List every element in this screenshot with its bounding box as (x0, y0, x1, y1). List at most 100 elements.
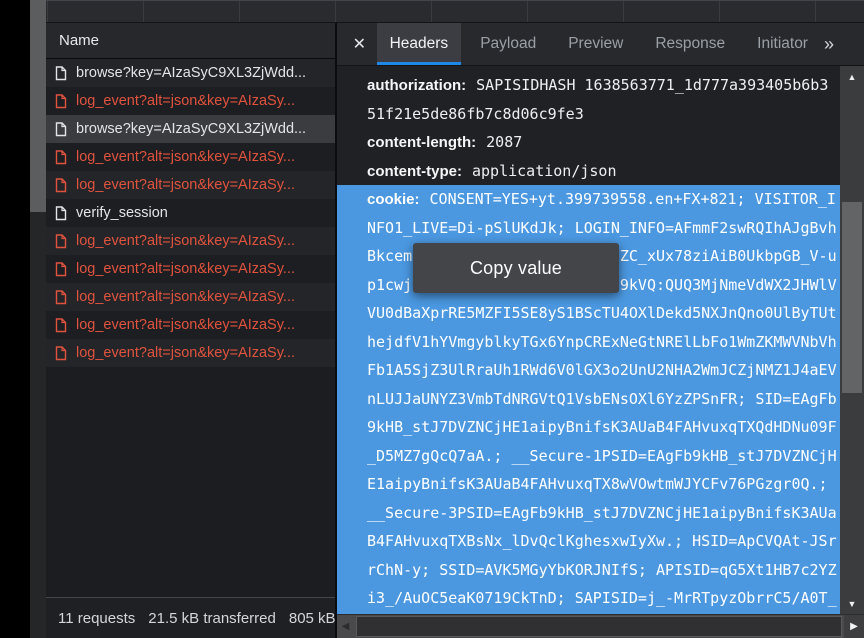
tab-label: Preview (568, 35, 623, 53)
header-value: B4FAHvuxqTXBsNx_lDvQclKghesxwIyXw.; HSID… (367, 532, 837, 550)
cookie-line: cookie:CONSENT=YES+yt.399739558.en+FX+82… (337, 185, 840, 214)
cookie-line: nLUJJaUNYZ3VmbTdNRGVtQ1VsbENsOXl6YzZPSnF… (337, 385, 840, 414)
request-name: verify_session (76, 205, 168, 221)
request-row[interactable]: log_event?alt=json&key=AIzaSy... (46, 255, 335, 283)
request-list-pane: Name browse?key=AIzaSyC9XL3ZjWdd... (46, 23, 337, 638)
tab-label: Payload (480, 35, 536, 53)
file-icon (55, 346, 67, 361)
tab-label: Initiator (757, 35, 808, 53)
header-line: content-length:2087 (337, 128, 840, 157)
request-name: log_event?alt=json&key=AIzaSy... (76, 345, 295, 361)
header-value: _D5MZ7gQcQ7aA.; __Secure-1PSID=EAgFb9kHB… (367, 447, 837, 465)
headers-detail: authorization:SAPISIDHASH 1638563771_1d7… (337, 66, 840, 615)
transferred-size: 21.5 kB transferred (148, 610, 276, 627)
cookie-line: 9kHB_stJ7DVZNCjHE1aipyBnifsK3AUaB4FAHvux… (337, 413, 840, 442)
request-row[interactable]: browse?key=AIzaSyC9XL3ZjWdd... (46, 59, 335, 87)
file-icon (55, 206, 67, 221)
details-tab[interactable]: Initiator (744, 23, 821, 65)
file-icon (55, 66, 67, 81)
vertical-scrollbar[interactable]: ▲ ▼ (840, 66, 864, 615)
request-name: log_event?alt=json&key=AIzaSy... (76, 317, 295, 333)
cookie-line: B4FAHvuxqTXBsNx_lDvQclKghesxwIyXw.; HSID… (337, 527, 840, 556)
copy-value-menu-item[interactable]: Copy value (413, 243, 619, 293)
file-icon (55, 150, 67, 165)
close-icon[interactable]: ✕ (345, 23, 374, 65)
file-icon (55, 318, 67, 333)
request-row[interactable]: log_event?alt=json&key=AIzaSy... (46, 283, 335, 311)
request-name: log_event?alt=json&key=AIzaSy... (76, 149, 295, 165)
header-name: cookie: (367, 191, 420, 208)
request-name: log_event?alt=json&key=AIzaSy... (76, 177, 295, 193)
page-scrollbar-thumb[interactable] (30, 0, 46, 212)
copy-value-label: Copy value (470, 258, 562, 279)
header-value: __Secure-3PSID=EAgFb9kHB_stJ7DVZNCjHE1ai… (367, 504, 837, 522)
cookie-line: E1aipyBnifsK3AUaB4FAHvuxqTX8wVOwtmWJYCFv… (337, 470, 840, 499)
header-value: NFO1_LIVE=Di-pSlUKdJk; LOGIN_INFO=AFmmF2… (367, 219, 837, 237)
file-icon (55, 178, 67, 193)
details-tab[interactable]: Headers (377, 23, 462, 65)
headers-content: authorization:SAPISIDHASH 1638563771_1d7… (337, 66, 864, 638)
tab-label: Response (655, 35, 725, 53)
request-row[interactable]: log_event?alt=json&key=AIzaSy... (46, 171, 335, 199)
scroll-up-icon[interactable]: ▲ (840, 73, 864, 82)
cookie-line: NFO1_LIVE=Di-pSlUKdJk; LOGIN_INFO=AFmmF2… (337, 214, 840, 243)
request-row[interactable]: log_event?alt=json&key=AIzaSy... (46, 143, 335, 171)
request-row[interactable]: browse?key=AIzaSyC9XL3ZjWdd... (46, 115, 335, 143)
details-tab-bar: ✕ Headers Payload Preview (337, 23, 864, 66)
network-overview-strip[interactable] (46, 0, 864, 23)
tab-label: Headers (390, 35, 449, 53)
file-icon (55, 290, 67, 305)
header-value: VU0dBaXprRE5MZFI5SE8yS1BScTU4OXlDekd5NXJ… (367, 304, 837, 322)
resources-size: 805 kB (289, 610, 335, 627)
details-tab[interactable]: Response (642, 23, 738, 65)
header-value: Fb1A5SjZ3UlRraUh1RWd6V0lGX3o2UnU2NHA2WmJ… (367, 361, 837, 379)
horizontal-scrollbar[interactable]: ◀ ▶ (337, 614, 864, 638)
request-name: log_event?alt=json&key=AIzaSy... (76, 233, 295, 249)
request-name: browse?key=AIzaSyC9XL3ZjWdd... (76, 65, 306, 81)
header-value: application/json (472, 162, 617, 180)
header-name: content-type: (367, 163, 462, 180)
header-line: 51f21e5de86fb7c8d06c9fe3 (337, 100, 840, 129)
page-scrollbar[interactable] (30, 0, 46, 638)
header-value: SAPISIDHASH 1638563771_1d777a393405b6b3 (476, 76, 828, 94)
file-icon (55, 234, 67, 249)
request-details-pane: ✕ Headers Payload Preview (337, 23, 864, 638)
file-icon (55, 122, 67, 137)
scroll-down-icon[interactable]: ▼ (840, 600, 864, 609)
details-tab[interactable]: Payload (467, 23, 549, 65)
cookie-line: Fb1A5SjZ3UlRraUh1RWd6V0lGX3o2UnU2NHA2WmJ… (337, 356, 840, 385)
file-icon (55, 94, 67, 109)
horizontal-scrollbar-thumb[interactable] (356, 616, 842, 637)
header-value: hejdfV1hYVmgyblkyTGx6YnpCRExNeGtNRElLbFo… (367, 333, 837, 351)
request-row[interactable]: log_event?alt=json&key=AIzaSy... (46, 87, 335, 115)
header-value: 9kHB_stJ7DVZNCjHE1aipyBnifsK3AUaB4FAHvux… (367, 418, 837, 436)
cookie-line: VU0dBaXprRE5MZFI5SE8yS1BScTU4OXlDekd5NXJ… (337, 299, 840, 328)
scroll-left-icon[interactable]: ◀ (337, 615, 354, 638)
header-value: nLUJJaUNYZ3VmbTdNRGVtQ1VsbENsOXl6YzZPSnF… (367, 390, 837, 408)
request-row[interactable]: log_event?alt=json&key=AIzaSy... (46, 311, 335, 339)
chevron-double-right-icon[interactable]: » (824, 23, 834, 65)
request-header-lines: authorization:SAPISIDHASH 1638563771_1d7… (337, 71, 840, 185)
header-value: 51f21e5de86fb7c8d06c9fe3 (367, 105, 584, 123)
request-row[interactable]: log_event?alt=json&key=AIzaSy... (46, 339, 335, 367)
column-header-name[interactable]: Name (46, 23, 335, 59)
header-value: rChN-y; SSID=AVK5MGyYbKORJNIfS; APISID=q… (367, 561, 837, 579)
header-value: i3_/AuOC5eaK0719CkTnD; SAPISID=j_-MrRTpy… (367, 589, 837, 607)
request-count: 11 requests (58, 610, 135, 627)
header-line: content-type: application/json (337, 157, 840, 186)
cookie-line: rChN-y; SSID=AVK5MGyYbKORJNIfS; APISID=q… (337, 556, 840, 585)
status-bar: 11 requests 21.5 kB transferred 805 kB (46, 597, 335, 638)
vertical-scrollbar-thumb[interactable] (842, 202, 862, 393)
cookie-line: _D5MZ7gQcQ7aA.; __Secure-1PSID=EAgFb9kHB… (337, 442, 840, 471)
header-value: 2087 (486, 133, 522, 151)
request-row[interactable]: log_event?alt=json&key=AIzaSy... (46, 227, 335, 255)
request-row[interactable]: verify_session (46, 199, 335, 227)
file-icon (55, 262, 67, 277)
scroll-right-icon[interactable]: ▶ (844, 615, 864, 638)
details-tab[interactable]: Preview (555, 23, 636, 65)
header-line: authorization:SAPISIDHASH 1638563771_1d7… (337, 71, 840, 100)
devtools-screenshot: { "icons": { "close": "✕", "more_tabs": … (0, 0, 864, 638)
header-value: E1aipyBnifsK3AUaB4FAHvuxqTX8wVOwtmWJYCFv… (367, 475, 828, 493)
network-main-split: Name browse?key=AIzaSyC9XL3ZjWdd... (46, 23, 864, 638)
request-name: log_event?alt=json&key=AIzaSy... (76, 261, 295, 277)
